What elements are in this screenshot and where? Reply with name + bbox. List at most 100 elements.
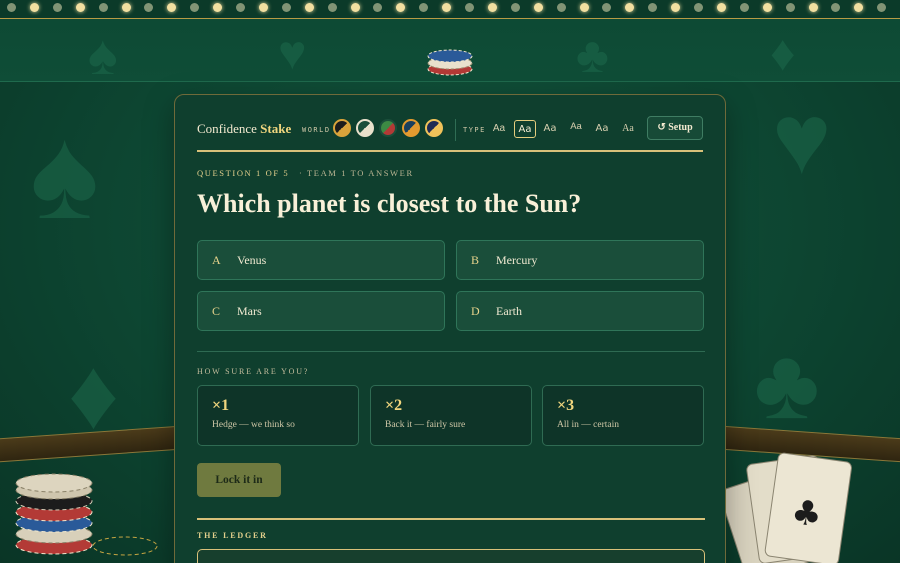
- heart-large-bg-icon: ♥: [772, 84, 832, 195]
- marquee-bulb: [373, 3, 383, 12]
- stake-multiplier: ×3: [557, 397, 575, 414]
- marquee-bulb: [327, 3, 337, 12]
- marquee-bulb: [556, 3, 566, 12]
- world-option-2[interactable]: [356, 119, 374, 137]
- marquee-bulb: [625, 3, 635, 12]
- confidence-label: HOW SURE ARE YOU?: [197, 367, 310, 376]
- question-text: Which planet is closest to the Sun?: [197, 189, 582, 218]
- marquee-bulb: [29, 3, 39, 12]
- answer-letter: C: [212, 304, 221, 318]
- marquee-bulb: [510, 3, 520, 12]
- game-panel: Confidence Stake WORLD TYPE Aa Aa Aa Aa …: [174, 94, 726, 563]
- question-meta: QUESTION 1 OF 5 · TEAM 1 TO ANSWER: [197, 168, 414, 178]
- stake-multiplier: ×1: [212, 397, 230, 414]
- answer-option-d[interactable]: D Earth: [456, 291, 704, 331]
- world-option-3[interactable]: [379, 119, 397, 137]
- answer-option-a[interactable]: A Venus: [197, 240, 445, 280]
- marquee-bulb: [190, 3, 200, 12]
- answer-text: Mercury: [496, 253, 538, 267]
- marquee-bulb: [739, 3, 749, 12]
- marquee-bulb: [854, 3, 864, 12]
- setup-button[interactable]: ↺ Setup: [647, 116, 703, 140]
- club-large-bg-icon: ♣: [754, 329, 820, 440]
- world-option-5[interactable]: [425, 119, 443, 137]
- marquee-bulb: [236, 3, 245, 12]
- marquee-bulb: [52, 3, 62, 12]
- reset-icon: ↺: [657, 122, 666, 133]
- brand-title: Confidence Stake: [197, 121, 292, 136]
- stake-option-x1[interactable]: ×1 Hedge — we think so: [197, 385, 359, 446]
- chip-outline-icon: [92, 536, 158, 556]
- spade-large-bg-icon: ♠: [30, 103, 100, 247]
- stake-multiplier: ×2: [385, 397, 403, 414]
- marquee-bulb: [442, 3, 452, 12]
- world-option-4[interactable]: [402, 119, 420, 137]
- answer-text: Venus: [237, 253, 267, 267]
- chip-stack-left-icon: [15, 473, 93, 555]
- type-option-2[interactable]: Aa: [514, 120, 536, 138]
- marquee-bulb: [716, 3, 726, 12]
- heart-bg-icon: ♥: [278, 27, 307, 80]
- marquee-bulb: [648, 3, 658, 12]
- stake-option-x2[interactable]: ×2 Back it — fairly sure: [370, 385, 532, 446]
- marquee-bulb: [304, 3, 314, 12]
- marquee-bulb: [350, 3, 360, 12]
- type-option-6[interactable]: Aa: [617, 120, 639, 138]
- marquee-bulb: [167, 3, 177, 12]
- answer-text: Mars: [237, 304, 262, 318]
- stake-description: Back it — fairly sure: [385, 420, 466, 430]
- playing-cards-icon: ♣: [725, 452, 852, 563]
- marquee-bulb: [762, 3, 772, 12]
- type-label: TYPE: [463, 126, 486, 134]
- type-option-5[interactable]: Aa: [591, 120, 613, 138]
- world-label: WORLD: [302, 126, 331, 134]
- ledger-row: [197, 549, 705, 563]
- type-option-4[interactable]: Aa: [565, 118, 587, 136]
- table-rail-left: [0, 425, 180, 463]
- type-option-3[interactable]: Aa: [539, 120, 561, 138]
- stake-option-x3[interactable]: ×3 All in — certain: [542, 385, 704, 446]
- answer-option-b[interactable]: B Mercury: [456, 240, 704, 280]
- lock-it-in-button[interactable]: Lock it in: [197, 463, 281, 497]
- answer-letter: B: [471, 253, 480, 267]
- marquee-bulb: [121, 3, 131, 12]
- marquee-bulb: [487, 3, 497, 12]
- ledger-divider: [197, 518, 705, 520]
- team-indicator: · TEAM 1 TO ANSWER: [298, 168, 414, 178]
- marquee-bulb: [808, 3, 818, 12]
- marquee-bulb: [281, 3, 291, 12]
- toolbar-separator: [455, 119, 456, 141]
- marquee-bulb: [213, 3, 223, 12]
- marquee-bulb: [694, 3, 703, 12]
- stake-description: All in — certain: [557, 420, 619, 430]
- type-option-1[interactable]: Aa: [488, 120, 510, 138]
- marquee-bulb: [785, 3, 795, 12]
- marquee-bulb: [831, 3, 841, 12]
- stake-description: Hedge — we think so: [212, 420, 295, 430]
- answer-text: Earth: [496, 304, 522, 318]
- answer-letter: D: [471, 304, 480, 318]
- diamond-bg-icon: ♦: [770, 25, 796, 81]
- marquee-bulb: [258, 3, 268, 12]
- world-option-1[interactable]: [333, 119, 351, 137]
- marquee-bulb: [602, 3, 612, 12]
- club-bg-icon: ♣: [576, 27, 609, 83]
- marquee-bulb: [7, 3, 16, 12]
- marquee-bulb: [671, 3, 681, 12]
- marquee-bulb: [465, 3, 474, 12]
- marquee-bulb: [533, 3, 543, 12]
- marquee-bulb: [144, 3, 154, 12]
- setup-label: Setup: [668, 122, 693, 133]
- answer-letter: A: [212, 253, 221, 267]
- marquee-bulb: [877, 3, 887, 12]
- spade-bg-icon: ♠: [88, 25, 118, 87]
- question-counter: QUESTION 1 OF 5: [197, 168, 290, 178]
- marquee-bulb: [75, 3, 85, 12]
- answer-option-c[interactable]: C Mars: [197, 291, 445, 331]
- marquee-bulb: [98, 3, 108, 12]
- chip-stack-icon: [427, 49, 473, 76]
- marquee-bulb: [396, 3, 406, 12]
- section-divider: [197, 351, 705, 352]
- marquee-bulb: [579, 3, 589, 12]
- marquee-lights: [0, 0, 900, 19]
